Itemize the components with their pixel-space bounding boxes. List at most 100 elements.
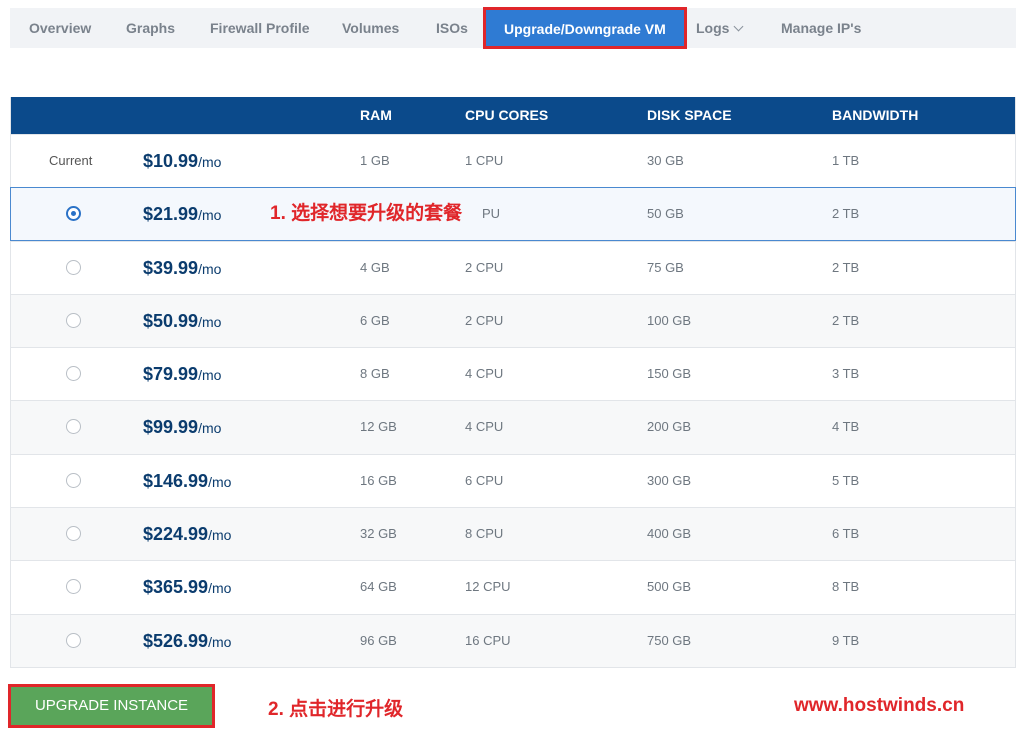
table-row: Current $10.99/mo 1 GB 1 CPU 30 GB 1 TB xyxy=(11,134,1015,188)
cell-bandwidth: 3 TB xyxy=(832,366,860,382)
price-period: /mo xyxy=(208,580,232,597)
table-row[interactable]: $21.99/mo PU 50 GB 2 TB 1. 选择想要升级的套餐 xyxy=(10,187,1016,241)
cell-ram: 16 GB xyxy=(360,472,397,488)
cell-disk: 50 GB xyxy=(647,206,684,222)
cell-disk: 750 GB xyxy=(647,632,692,648)
cell-bandwidth: 5 TB xyxy=(832,472,860,488)
cell-bandwidth: 2 TB xyxy=(832,259,860,275)
table-row[interactable]: $99.99/mo 12 GB 4 CPU 200 GB 4 TB xyxy=(11,400,1015,454)
cell-disk: 100 GB xyxy=(647,312,692,328)
cell-cpu: 6 CPU xyxy=(465,472,504,488)
price-amount: $146.99 xyxy=(143,470,209,491)
cell-cpu: 4 CPU xyxy=(465,419,504,435)
cell-ram: 96 GB xyxy=(360,632,397,648)
plan-radio-icon[interactable] xyxy=(66,579,81,595)
plan-radio-icon[interactable] xyxy=(66,366,81,382)
price-period: /mo xyxy=(198,420,222,437)
tab-volumes[interactable]: Volumes xyxy=(342,8,399,48)
cell-cpu: 2 CPU xyxy=(465,312,504,328)
table-header: RAM CPU CORES DISK SPACE BANDWIDTH xyxy=(11,97,1015,134)
table-row[interactable]: $146.99/mo 16 GB 6 CPU 300 GB 5 TB xyxy=(11,453,1015,508)
cell-disk: 75 GB xyxy=(647,259,684,275)
cell-ram: 1 GB xyxy=(360,153,390,168)
tab-isos[interactable]: ISOs xyxy=(436,8,468,48)
vm-tabs-bar: Overview Graphs Firewall Profile Volumes… xyxy=(10,7,1016,49)
cell-cpu: 4 CPU xyxy=(465,366,504,382)
cell-disk: 150 GB xyxy=(647,366,692,382)
table-row[interactable]: $365.99/mo 64 GB 12 CPU 500 GB 8 TB xyxy=(11,560,1015,614)
cell-bandwidth: 2 TB xyxy=(832,206,860,222)
cell-disk: 300 GB xyxy=(647,472,692,488)
price-amount: $365.99 xyxy=(143,577,209,598)
plan-price: $224.99/mo xyxy=(143,508,231,561)
cell-cpu: PU xyxy=(482,206,501,222)
price-period: /mo xyxy=(198,313,222,330)
cell-cpu: 2 CPU xyxy=(465,259,504,275)
watermark-site: www.hostwinds.cn xyxy=(794,695,965,716)
annotation-step-1: 1. 选择想要升级的套餐 xyxy=(270,203,463,225)
tab-upgrade-downgrade-vm[interactable]: Upgrade/Downgrade VM xyxy=(483,7,687,49)
cell-bandwidth: 8 TB xyxy=(832,579,860,595)
cell-cpu: 1 CPU xyxy=(465,153,504,168)
cell-disk: 30 GB xyxy=(647,153,684,168)
price-period: /mo xyxy=(208,527,232,544)
tab-firewall-profile[interactable]: Firewall Profile xyxy=(210,8,310,48)
price-period: /mo xyxy=(198,367,222,384)
price-amount: $99.99 xyxy=(143,417,199,438)
header-ram: RAM xyxy=(360,107,392,123)
tab-logs[interactable]: Logs xyxy=(696,8,744,48)
tab-logs-label: Logs xyxy=(696,20,730,36)
price-period: /mo xyxy=(208,473,232,490)
plan-radio-icon[interactable] xyxy=(66,259,81,275)
chevron-down-icon xyxy=(734,21,744,32)
cell-bandwidth: 9 TB xyxy=(832,632,860,648)
plan-price: $526.99/mo xyxy=(143,615,231,668)
table-row[interactable]: $79.99/mo 8 GB 4 CPU 150 GB 3 TB xyxy=(11,347,1015,401)
price-amount: $79.99 xyxy=(143,364,199,385)
cell-ram: 6 GB xyxy=(360,312,390,328)
price-period: /mo xyxy=(208,633,232,650)
price-amount: $21.99 xyxy=(143,204,199,225)
plan-price: $146.99/mo xyxy=(143,455,231,508)
table-row[interactable]: $526.99/mo 96 GB 16 CPU 750 GB 9 TB xyxy=(11,613,1015,668)
tab-manage-ips[interactable]: Manage IP's xyxy=(781,8,861,48)
plan-radio-icon[interactable] xyxy=(66,206,81,222)
upgrade-instance-button[interactable]: UPGRADE INSTANCE xyxy=(8,684,215,728)
plan-price: $99.99/mo xyxy=(143,401,221,454)
plan-radio-icon[interactable] xyxy=(66,632,81,648)
cell-ram: 8 GB xyxy=(360,366,390,382)
cell-disk: 500 GB xyxy=(647,579,692,595)
header-disk-space: DISK SPACE xyxy=(647,107,732,123)
annotation-step-2: 2. 点击进行升级 xyxy=(268,699,404,720)
cell-disk: 400 GB xyxy=(647,526,692,542)
cell-bandwidth: 4 TB xyxy=(832,419,860,435)
cell-cpu: 16 CPU xyxy=(465,632,511,648)
plan-price: $50.99/mo xyxy=(143,295,221,348)
plan-radio-icon[interactable] xyxy=(66,312,81,328)
header-cpu-cores: CPU CORES xyxy=(465,107,549,123)
plans-table: RAM CPU CORES DISK SPACE BANDWIDTH Curre… xyxy=(10,97,1016,668)
table-row[interactable]: $224.99/mo 32 GB 8 CPU 400 GB 6 TB xyxy=(11,507,1015,561)
table-row[interactable]: $50.99/mo 6 GB 2 CPU 100 GB 2 TB xyxy=(11,293,1015,348)
plan-radio-icon[interactable] xyxy=(66,472,81,488)
plan-price: $10.99/mo xyxy=(143,135,221,188)
cell-ram: 32 GB xyxy=(360,526,397,542)
plan-price: $21.99/mo xyxy=(143,188,221,241)
cell-ram: 12 GB xyxy=(360,419,397,435)
cell-disk: 200 GB xyxy=(647,419,692,435)
tab-overview[interactable]: Overview xyxy=(29,8,91,48)
price-amount: $224.99 xyxy=(143,524,209,545)
cell-cpu: 12 CPU xyxy=(465,579,511,595)
price-amount: $39.99 xyxy=(143,257,199,278)
plan-radio-icon[interactable] xyxy=(66,526,81,542)
plan-price: $365.99/mo xyxy=(143,561,231,614)
price-amount: $50.99 xyxy=(143,310,199,331)
cell-ram: 4 GB xyxy=(360,259,390,275)
table-row[interactable]: $39.99/mo 4 GB 2 CPU 75 GB 2 TB xyxy=(11,240,1015,295)
plan-price: $39.99/mo xyxy=(143,242,221,295)
tab-graphs[interactable]: Graphs xyxy=(126,8,175,48)
plan-radio-icon[interactable] xyxy=(66,419,81,435)
cell-bandwidth: 1 TB xyxy=(832,153,860,168)
cell-bandwidth: 2 TB xyxy=(832,312,860,328)
cell-ram: 64 GB xyxy=(360,579,397,595)
